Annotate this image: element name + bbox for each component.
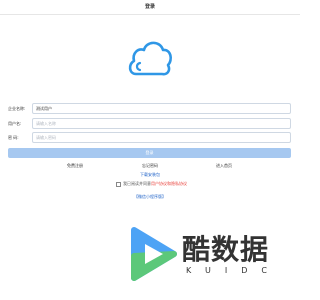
register-link[interactable]: 免费注册 xyxy=(67,163,83,169)
cloud-outline xyxy=(128,41,173,76)
login-button[interactable]: 登录 xyxy=(8,148,291,158)
company-row: 企业名称: xyxy=(8,103,292,116)
password-label: 密 码: xyxy=(8,135,19,140)
top-bar: 登录 xyxy=(0,0,300,15)
miniprogram-link[interactable]: 【微信小程序版】 xyxy=(0,194,300,200)
agreement-checkbox[interactable] xyxy=(116,181,121,187)
password-row: 密 码: xyxy=(8,132,292,145)
watermark: 酷数据 KUIDC xyxy=(128,226,298,288)
download-link[interactable]: 下载安装包 xyxy=(0,172,300,178)
agreement-row: 我已阅读并同意用户协议和隐私协议 xyxy=(116,181,187,189)
home-link[interactable]: 进入首页 xyxy=(216,163,232,169)
cloud-icon xyxy=(128,41,173,76)
agreement-text: 我已阅读并同意 xyxy=(123,181,151,186)
play-logo-icon xyxy=(131,227,177,281)
username-row: 用户名: xyxy=(8,118,292,131)
company-input[interactable] xyxy=(32,103,291,114)
username-label: 用户名: xyxy=(8,121,22,126)
username-input[interactable] xyxy=(32,118,291,129)
password-input[interactable] xyxy=(32,132,291,143)
cloud-inner-arc xyxy=(135,61,142,72)
links-row: 免费注册 忘记密码 进入首页 xyxy=(0,163,300,171)
policy-link[interactable]: 用户协议和隐私协议 xyxy=(151,181,187,186)
watermark-subtitle: KUIDC xyxy=(186,266,281,275)
company-label: 企业名称: xyxy=(8,106,26,111)
page-title: 登录 xyxy=(144,4,155,10)
watermark-title: 酷数据 xyxy=(182,233,270,266)
forgot-password-link[interactable]: 忘记密码 xyxy=(142,163,158,169)
